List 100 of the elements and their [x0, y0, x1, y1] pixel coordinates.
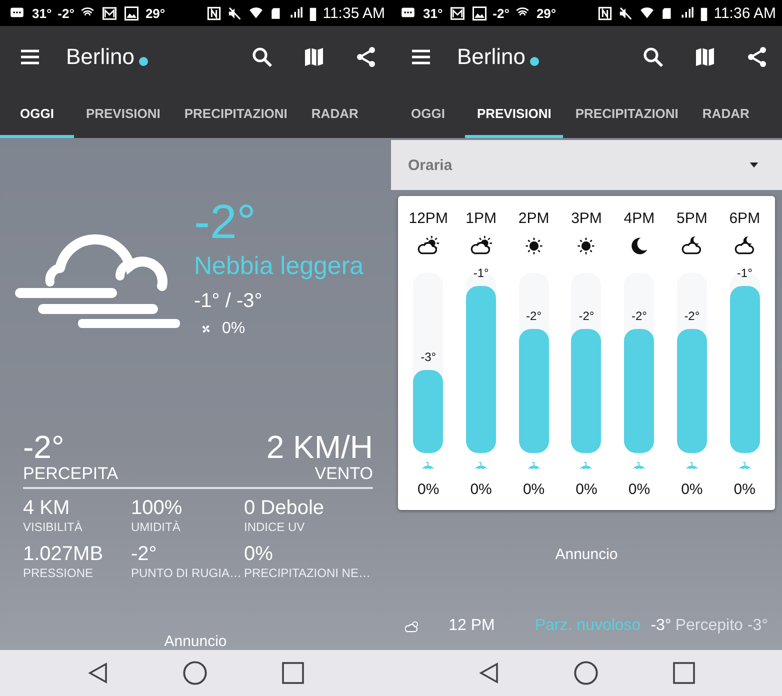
- battery-icon: [308, 6, 317, 20]
- status-temperature: 31°: [32, 6, 52, 20]
- wifi-icon: [638, 6, 655, 20]
- status-time: 11:35 AM: [322, 4, 385, 22]
- forecast-time: 12 PM: [448, 617, 495, 635]
- bar-temperature-label: -2°: [631, 308, 647, 323]
- bar-temperature-label: -1°: [736, 266, 752, 280]
- map-icon: [302, 45, 326, 69]
- detail-value: 4 KM: [23, 497, 71, 519]
- wind-value: 2 KM/H: [266, 430, 373, 464]
- status-temperature: -2°: [492, 6, 510, 20]
- moon-cloud-icon: [680, 235, 704, 257]
- signal-icon: [680, 6, 694, 20]
- recents-button[interactable]: [672, 661, 696, 685]
- precipitation-chance: 0%: [681, 481, 703, 498]
- message-icon: [8, 6, 26, 20]
- detail-value: 0 Debole: [244, 497, 326, 519]
- feels-like-label: PERCEPITA: [23, 464, 118, 484]
- bar-temperature-label: -2°: [578, 308, 594, 323]
- period-dropdown[interactable]: Oraria: [391, 140, 782, 190]
- message-icon: [399, 6, 417, 20]
- image-icon: [472, 6, 487, 20]
- detail-value: -2°: [131, 543, 158, 565]
- detail-label: INDICE UV: [244, 519, 305, 535]
- sd-card-icon: [270, 6, 283, 20]
- detail-value: 0%: [244, 543, 274, 565]
- search-icon: [641, 45, 665, 69]
- detail-label: PUNTO DI RUGIA…: [131, 565, 242, 581]
- wifi-icon: [248, 6, 264, 20]
- precipitation-chance: 0%: [470, 481, 492, 498]
- wind-label: VENTO: [314, 464, 373, 484]
- bar-temperature-label: -3°: [420, 350, 436, 364]
- status-temperature: 31°: [423, 6, 443, 20]
- hour-label: 5PM: [676, 210, 708, 227]
- recents-icon: [280, 661, 305, 685]
- detail-label: UMIDITÀ: [131, 519, 180, 535]
- status-temperature: 29°: [145, 6, 166, 20]
- status-temperature: 29°: [536, 6, 556, 20]
- recents-button[interactable]: [280, 661, 305, 685]
- tab[interactable]: PRECIPITAZIONI: [172, 88, 300, 138]
- tab[interactable]: OGGI: [391, 88, 465, 138]
- mail-icon: [101, 6, 118, 20]
- bar-temperature-label: -1°: [473, 266, 489, 280]
- precipitation-chance: 0%: [522, 481, 545, 498]
- battery-icon: [700, 6, 708, 20]
- city-title: Berlino: [66, 44, 134, 70]
- ad-label: Annuncio: [164, 633, 227, 650]
- hour-label: 1PM: [466, 210, 496, 227]
- home-button[interactable]: [573, 660, 600, 686]
- image-icon: [124, 6, 140, 20]
- home-icon: [573, 660, 600, 686]
- detail-label: VISIBILITÀ: [23, 519, 82, 535]
- tab[interactable]: RADAR: [690, 88, 762, 138]
- hour-label: 6PM: [729, 210, 760, 227]
- precipitation-chance: 0%: [418, 481, 440, 498]
- sd-card-icon: [660, 6, 674, 20]
- forecast-condition: Parz. nuvoloso: [534, 617, 641, 635]
- precipitation-chance: 0%: [734, 481, 756, 498]
- search-icon: [250, 45, 274, 69]
- feels-like-value: -2°: [23, 430, 64, 464]
- high-low-temperature: -1° / -3°: [194, 289, 264, 314]
- fan-icon: [200, 323, 212, 335]
- nfc-icon: [598, 6, 612, 20]
- map-icon: [693, 45, 717, 69]
- home-icon: [182, 660, 208, 686]
- signal-icon: [288, 6, 303, 20]
- tab[interactable]: RADAR: [299, 88, 370, 138]
- status-time: 11:36 AM: [714, 4, 776, 22]
- sun-cloud-icon: [416, 235, 440, 257]
- share-icon: [745, 45, 769, 69]
- detail-label: PRESSIONE: [23, 565, 94, 581]
- bar-temperature-label: -2°: [684, 308, 700, 323]
- precipitation-chance: 0%: [628, 481, 650, 498]
- status-temperature: -2°: [58, 6, 74, 20]
- hour-label: 4PM: [624, 210, 655, 227]
- ad-label: Annuncio: [555, 546, 618, 563]
- sun-icon: [575, 235, 598, 257]
- status-dot: [139, 56, 148, 66]
- precipitation-value: 0%: [222, 320, 246, 338]
- hour-label: 3PM: [571, 210, 602, 227]
- mute-icon: [618, 6, 633, 20]
- status-dot: [530, 56, 540, 66]
- tab[interactable]: PRECIPITAZIONI: [563, 88, 690, 138]
- hour-label: 12PM: [408, 210, 448, 227]
- nfc-icon: [206, 6, 221, 20]
- mail-icon: [448, 6, 466, 20]
- detail-value: 100%: [131, 497, 184, 519]
- hour-label: 2PM: [518, 210, 550, 227]
- tab[interactable]: PREVISIONI: [74, 88, 172, 138]
- mute-icon: [226, 6, 242, 20]
- moon-cloud-icon: [732, 235, 757, 257]
- forecast-temperature: -3°: [650, 617, 672, 635]
- detail-value: 1.027MB: [23, 543, 104, 565]
- forecast-feels-like: Percepito -3°: [675, 617, 768, 635]
- detail-label: PRECIPITAZIONI NE…: [244, 565, 370, 581]
- share-icon: [354, 45, 378, 69]
- bar-temperature-label: -2°: [526, 308, 542, 323]
- home-button[interactable]: [182, 660, 208, 686]
- caret-icon: [748, 160, 760, 170]
- current-temperature: -2°: [194, 196, 257, 250]
